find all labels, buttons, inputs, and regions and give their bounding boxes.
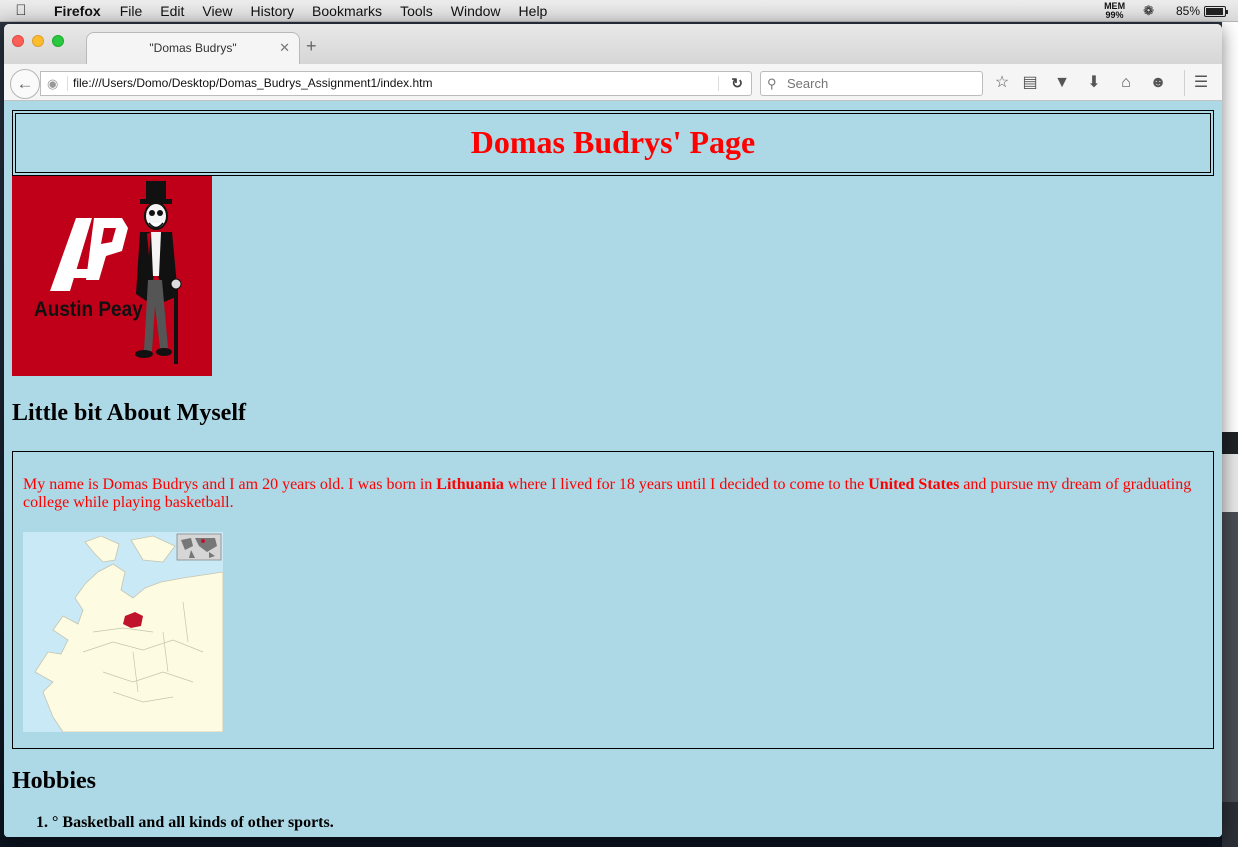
about-section: My name is Domas Budrys and I am 20 year… [12,451,1214,749]
zoom-window-button[interactable] [52,35,64,47]
menu-edit[interactable]: Edit [151,0,193,22]
svg-text:Austin Peay: Austin Peay [34,298,143,321]
about-text-1: My name is Domas Budrys and I am 20 year… [23,476,437,493]
reading-list-icon[interactable]: ▤ [1020,73,1040,93]
tab-bar: "Domas Budrys" ✕ + [4,24,1222,64]
menu-help[interactable]: Help [510,0,557,22]
about-heading: Little bit About Myself [12,400,246,426]
apple-icon[interactable]:  [0,2,42,19]
hobbies-list: ° Basketball and all kinds of other spor… [12,813,334,833]
lithuania-map-image [23,532,223,732]
hello-icon[interactable]: ☻ [1148,73,1168,93]
memory-indicator[interactable]: MEM 99% [1104,2,1125,20]
menu-window[interactable]: Window [442,0,510,22]
close-window-button[interactable] [12,35,24,47]
bookmark-star-icon[interactable]: ☆ [992,73,1012,93]
browser-window: "Domas Budrys" ✕ + ← ◉ file:///Users/Dom… [4,24,1222,837]
hobbies-heading: Hobbies [12,768,97,794]
background-window-edge [1222,22,1238,847]
url-text: file:///Users/Domo/Desktop/Domas_Budrys_… [73,76,433,90]
menu-icon[interactable]: ☰ [1191,73,1211,93]
battery-fill [1206,7,1223,15]
new-tab-button[interactable]: + [306,36,317,56]
menu-bookmarks[interactable]: Bookmarks [303,0,391,22]
about-text-2: where I lived for 18 years until I decid… [503,476,869,493]
search-bar[interactable]: ⚲ [760,71,983,96]
menu-app-name[interactable]: Firefox [42,0,111,22]
home-icon[interactable]: ⌂ [1116,73,1136,93]
page-content: Domas Budrys' Page Austin Peay Little bi… [4,101,1222,837]
navigation-toolbar: ← ◉ file:///Users/Domo/Desktop/Domas_Bud… [4,64,1222,101]
page-header: Domas Budrys' Page [12,110,1214,176]
about-bold-lithuania: Lithuania [436,476,504,493]
about-paragraph: My name is Domas Budrys and I am 20 year… [23,476,1198,512]
reload-icon[interactable]: ↻ [731,72,743,95]
menu-bar:  Firefox File Edit View History Bookmar… [0,0,1238,22]
austin-peay-logo-image: Austin Peay [12,176,212,376]
download-icon[interactable]: ⬇ [1084,73,1104,93]
tab-title: "Domas Budrys" [149,41,237,55]
about-bold-united-states: United States [868,476,960,493]
battery-icon[interactable] [1204,5,1228,17]
search-input[interactable] [785,74,975,93]
bluetooth-icon[interactable]: ❁ [1143,3,1154,19]
menu-history[interactable]: History [241,0,303,22]
back-button[interactable]: ← [10,69,40,99]
battery-percent: 85% [1175,4,1200,18]
list-item: ° Basketball and all kinds of other spor… [52,813,334,833]
tab-active[interactable]: "Domas Budrys" ✕ [86,32,300,64]
menu-file[interactable]: File [111,0,152,22]
page-title: Domas Budrys' Page [15,113,1211,173]
menu-view[interactable]: View [193,0,241,22]
search-icon: ⚲ [767,76,777,91]
globe-icon: ◉ [47,76,59,91]
minimize-window-button[interactable] [32,35,44,47]
tab-close-icon[interactable]: ✕ [279,33,290,63]
pocket-icon[interactable]: ▼ [1052,73,1072,93]
menu-tools[interactable]: Tools [391,0,442,22]
memory-value: 99% [1105,10,1124,20]
url-bar[interactable]: ◉ file:///Users/Domo/Desktop/Domas_Budry… [40,71,752,96]
menubar-status-area: MEM 99% ❁ 85% [1104,0,1238,22]
